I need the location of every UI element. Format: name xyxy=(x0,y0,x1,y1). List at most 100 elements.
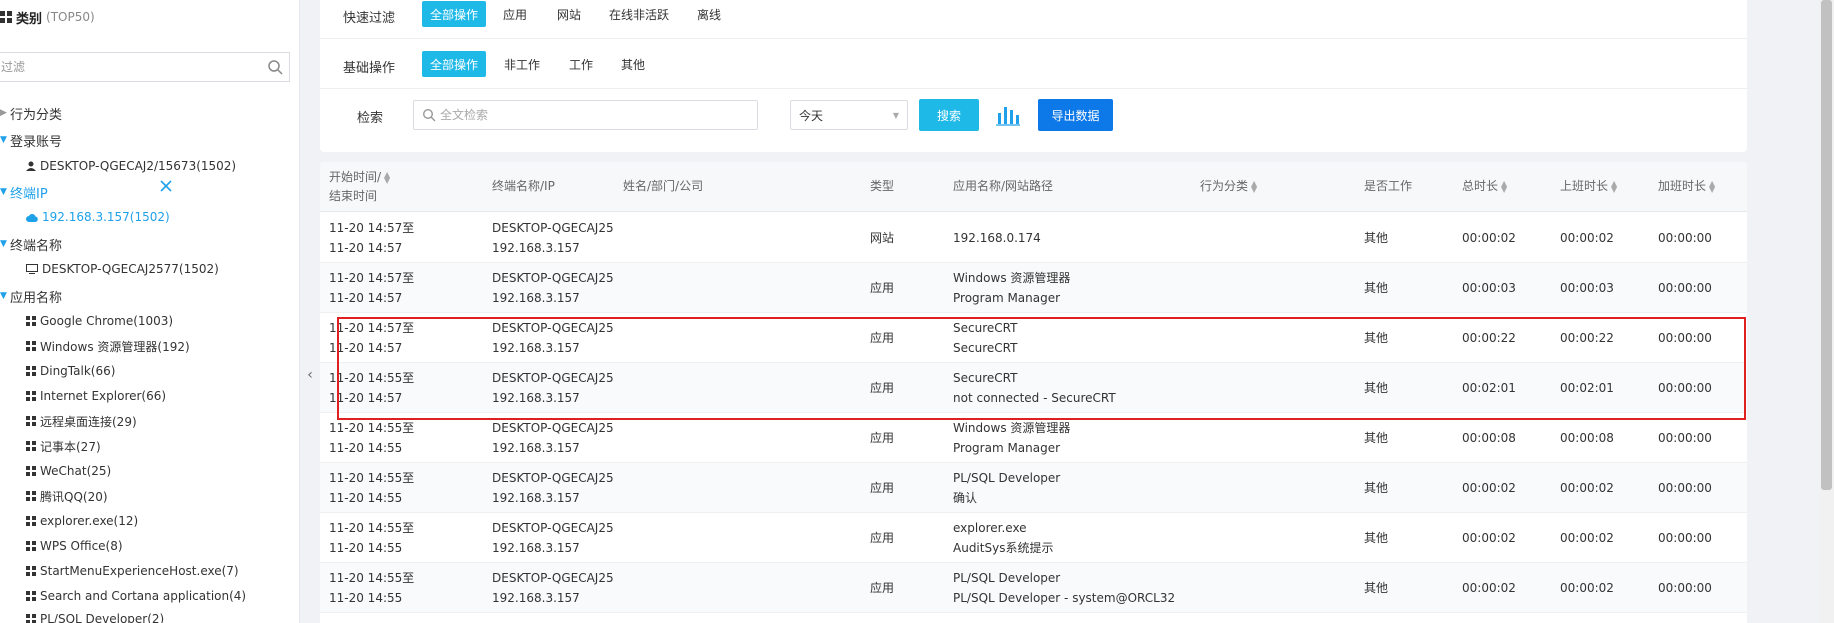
sort-icon[interactable]: ▲ ▼ xyxy=(1251,179,1257,193)
export-button[interactable]: 导出数据 xyxy=(1038,99,1113,131)
quick-filter-offline[interactable]: 离线 xyxy=(689,1,729,27)
app-grid-icon xyxy=(26,566,36,576)
cell-terminal: DESKTOP-QGECAJ25 192.168.3.157 xyxy=(492,568,614,608)
tree-leaf-terminal[interactable]: DESKTOP-QGECAJ2577(1502) xyxy=(26,259,219,279)
activity-table: 开始时间/▲ ▼ 结束时间 终端名称/IP 姓名/部门/公司 类型 应用名称/网站… xyxy=(320,162,1747,623)
cell-terminal: DESKTOP-QGECAJ25 192.168.3.157 xyxy=(492,218,614,258)
tree-leaf-label: 远程桌面连接(29) xyxy=(40,414,137,429)
tree-leaf-app[interactable]: 远程桌面连接(29) xyxy=(26,411,137,431)
cell-overtime: 00:00:00 xyxy=(1658,528,1712,548)
search-icon[interactable] xyxy=(261,59,289,75)
sort-icon[interactable]: ▲ ▼ xyxy=(384,170,390,184)
tree-leaf-app[interactable]: WeChat(25) xyxy=(26,461,111,481)
tree-leaf-app[interactable]: Windows 资源管理器(192) xyxy=(26,336,190,356)
cell-total: 00:00:22 xyxy=(1462,328,1516,348)
tree-leaf-label: WPS Office(8) xyxy=(40,539,123,553)
date-range-select[interactable]: 今天 ▼ xyxy=(790,100,908,130)
tree-group-login-account[interactable]: ▼ 登录账号 xyxy=(0,130,62,150)
table-row[interactable]: 11-20 14:57至 11-20 14:57 DESKTOP-QGECAJ25 1… xyxy=(320,213,1747,263)
cell-time-line: 11-20 14:55 xyxy=(329,441,403,455)
col-category[interactable]: 行为分类 ▲ ▼ xyxy=(1200,177,1257,196)
cell-time: 11-20 14:55至 11-20 14:55 xyxy=(329,468,414,508)
tree-leaf-label: DESKTOP-QGECAJ2/15673(1502) xyxy=(40,159,237,173)
tree-leaf-app[interactable]: PL/SQL Developer(2) xyxy=(26,609,164,623)
cell-is-work: 其他 xyxy=(1364,578,1388,598)
cell-type-line: 应用 xyxy=(870,531,895,545)
cell-total: 00:00:03 xyxy=(1462,278,1516,298)
app-grid-icon xyxy=(26,441,36,451)
col-work-time[interactable]: 上班时长 ▲ ▼ xyxy=(1560,177,1617,196)
collapse-sidebar-icon[interactable]: ‹ xyxy=(300,360,320,390)
cell-is-work-line: 其他 xyxy=(1364,231,1389,245)
tree-leaf-ip[interactable]: 192.168.3.157(1502) xyxy=(26,207,170,227)
table-row[interactable]: 11-20 14:55至 11-20 14:57 DESKTOP-QGECAJ25 1… xyxy=(320,363,1747,413)
table-row[interactable]: 11-20 14:55至 11-20 14:55 DESKTOP-QGECAJ25 1… xyxy=(320,413,1747,463)
tree-group-terminal-ip[interactable]: ▼ 终端IP xyxy=(0,182,48,202)
cell-total-line: 00:00:03 xyxy=(1462,281,1516,295)
sort-icon[interactable]: ▲ ▼ xyxy=(1611,179,1617,193)
cell-terminal-line: DESKTOP-QGECAJ25 xyxy=(492,421,614,435)
tree-leaf-account[interactable]: DESKTOP-QGECAJ2/15673(1502) xyxy=(26,156,236,176)
basic-filter-other[interactable]: 其他 xyxy=(613,51,653,77)
col-overtime[interactable]: 加班时长 ▲ ▼ xyxy=(1658,177,1715,196)
cell-total: 00:02:01 xyxy=(1462,378,1516,398)
basic-filter-non-work[interactable]: 非工作 xyxy=(496,51,548,77)
table-row[interactable]: 11-20 14:57至 11-20 14:57 DESKTOP-QGECAJ25 1… xyxy=(320,263,1747,313)
table-row[interactable]: 11-20 14:55至 11-20 14:55 DESKTOP-QGECAJ25 1… xyxy=(320,513,1747,563)
tree-group-terminal-name[interactable]: ▼ 终端名称 xyxy=(0,234,62,254)
cell-time-line: 11-20 14:55至 xyxy=(329,421,415,435)
sort-icon[interactable]: ▲ ▼ xyxy=(1709,179,1715,193)
sort-icon[interactable]: ▲ ▼ xyxy=(1501,179,1507,193)
sidebar-filter-input[interactable] xyxy=(0,53,261,81)
quick-filter-website[interactable]: 网站 xyxy=(549,1,589,27)
tree-leaf-app[interactable]: Internet Explorer(66) xyxy=(26,386,166,406)
tree-leaf-app[interactable]: explorer.exe(12) xyxy=(26,511,138,531)
close-icon[interactable] xyxy=(158,178,174,194)
tree-leaf-label: WeChat(25) xyxy=(40,464,112,478)
cell-total-line: 00:00:02 xyxy=(1462,231,1516,245)
tree-leaf-app[interactable]: DingTalk(66) xyxy=(26,361,115,381)
tree-leaf-app[interactable]: StartMenuExperienceHost.exe(7) xyxy=(26,561,239,581)
tree-group-app-name[interactable]: ▼ 应用名称 xyxy=(0,286,62,306)
date-range-value: 今天 xyxy=(799,108,824,123)
quick-filter-online-inactive[interactable]: 在线非活跃 xyxy=(601,1,677,27)
tree-leaf-app[interactable]: 记事本(27) xyxy=(26,436,101,456)
cell-app: SecureCRT not connected - SecureCRT xyxy=(953,368,1116,408)
fulltext-search-input[interactable] xyxy=(436,101,757,129)
sidebar: 类别 (TOP50) ▶ 行为分类 ▼ 登录账号 DESKTOP-QGECAJ2… xyxy=(0,0,300,623)
tree-leaf-app[interactable]: Google Chrome(1003) xyxy=(26,311,173,331)
cell-is-work-line: 其他 xyxy=(1364,481,1389,495)
tree-leaf-app[interactable]: WPS Office(8) xyxy=(26,536,123,556)
quick-filter-app[interactable]: 应用 xyxy=(495,1,535,27)
cell-app: PL/SQL Developer PL/SQL Developer - syste… xyxy=(953,568,1175,608)
tree-leaf-app[interactable]: 腾讯QQ(20) xyxy=(26,486,108,506)
cell-time: 11-20 14:55至 11-20 14:55 xyxy=(329,518,414,558)
table-row[interactable]: 11-20 14:55至 11-20 14:55 DESKTOP-QGECAJ25 1… xyxy=(320,463,1747,513)
cell-total-line: 00:00:22 xyxy=(1462,331,1516,345)
tree-group-behavior[interactable]: ▶ 行为分类 xyxy=(0,103,62,123)
cell-is-work-line: 其他 xyxy=(1364,581,1389,595)
scrollbar-thumb[interactable] xyxy=(1821,0,1832,490)
table-row[interactable]: 11-20 14:55至 11-20 14:55 DESKTOP-QGECAJ25 1… xyxy=(320,563,1747,613)
sidebar-header: 类别 (TOP50) xyxy=(0,7,95,27)
tree-leaf-label: 腾讯QQ(20) xyxy=(40,489,108,504)
app-grid-icon xyxy=(26,416,36,426)
bar-chart-icon[interactable] xyxy=(996,104,1020,126)
page-scrollbar[interactable] xyxy=(1819,0,1834,623)
col-time[interactable]: 开始时间/▲ ▼ 结束时间 xyxy=(329,168,390,206)
cell-time: 11-20 14:55至 11-20 14:55 xyxy=(329,568,414,608)
col-type: 类型 xyxy=(870,179,895,193)
col-app: 应用名称/网站路径 xyxy=(953,179,1054,193)
cell-work-time: 00:00:02 xyxy=(1560,528,1614,548)
col-overtime-label: 加班时长 xyxy=(1658,179,1707,193)
col-total[interactable]: 总时长 ▲ ▼ xyxy=(1462,177,1507,196)
search-button[interactable]: 搜索 xyxy=(919,99,979,131)
basic-filter-work[interactable]: 工作 xyxy=(561,51,601,77)
tree-leaf-app[interactable]: Search and Cortana application(4) xyxy=(26,586,246,606)
quick-filter-all[interactable]: 全部操作 xyxy=(422,1,487,27)
tree-leaf-label: 192.168.3.157(1502) xyxy=(42,210,170,224)
basic-filter-all[interactable]: 全部操作 xyxy=(422,51,487,77)
cell-total-line: 00:00:08 xyxy=(1462,431,1516,445)
cell-overtime-line: 00:00:00 xyxy=(1658,481,1712,495)
table-row[interactable]: 11-20 14:57至 11-20 14:57 DESKTOP-QGECAJ25 1… xyxy=(320,313,1747,363)
